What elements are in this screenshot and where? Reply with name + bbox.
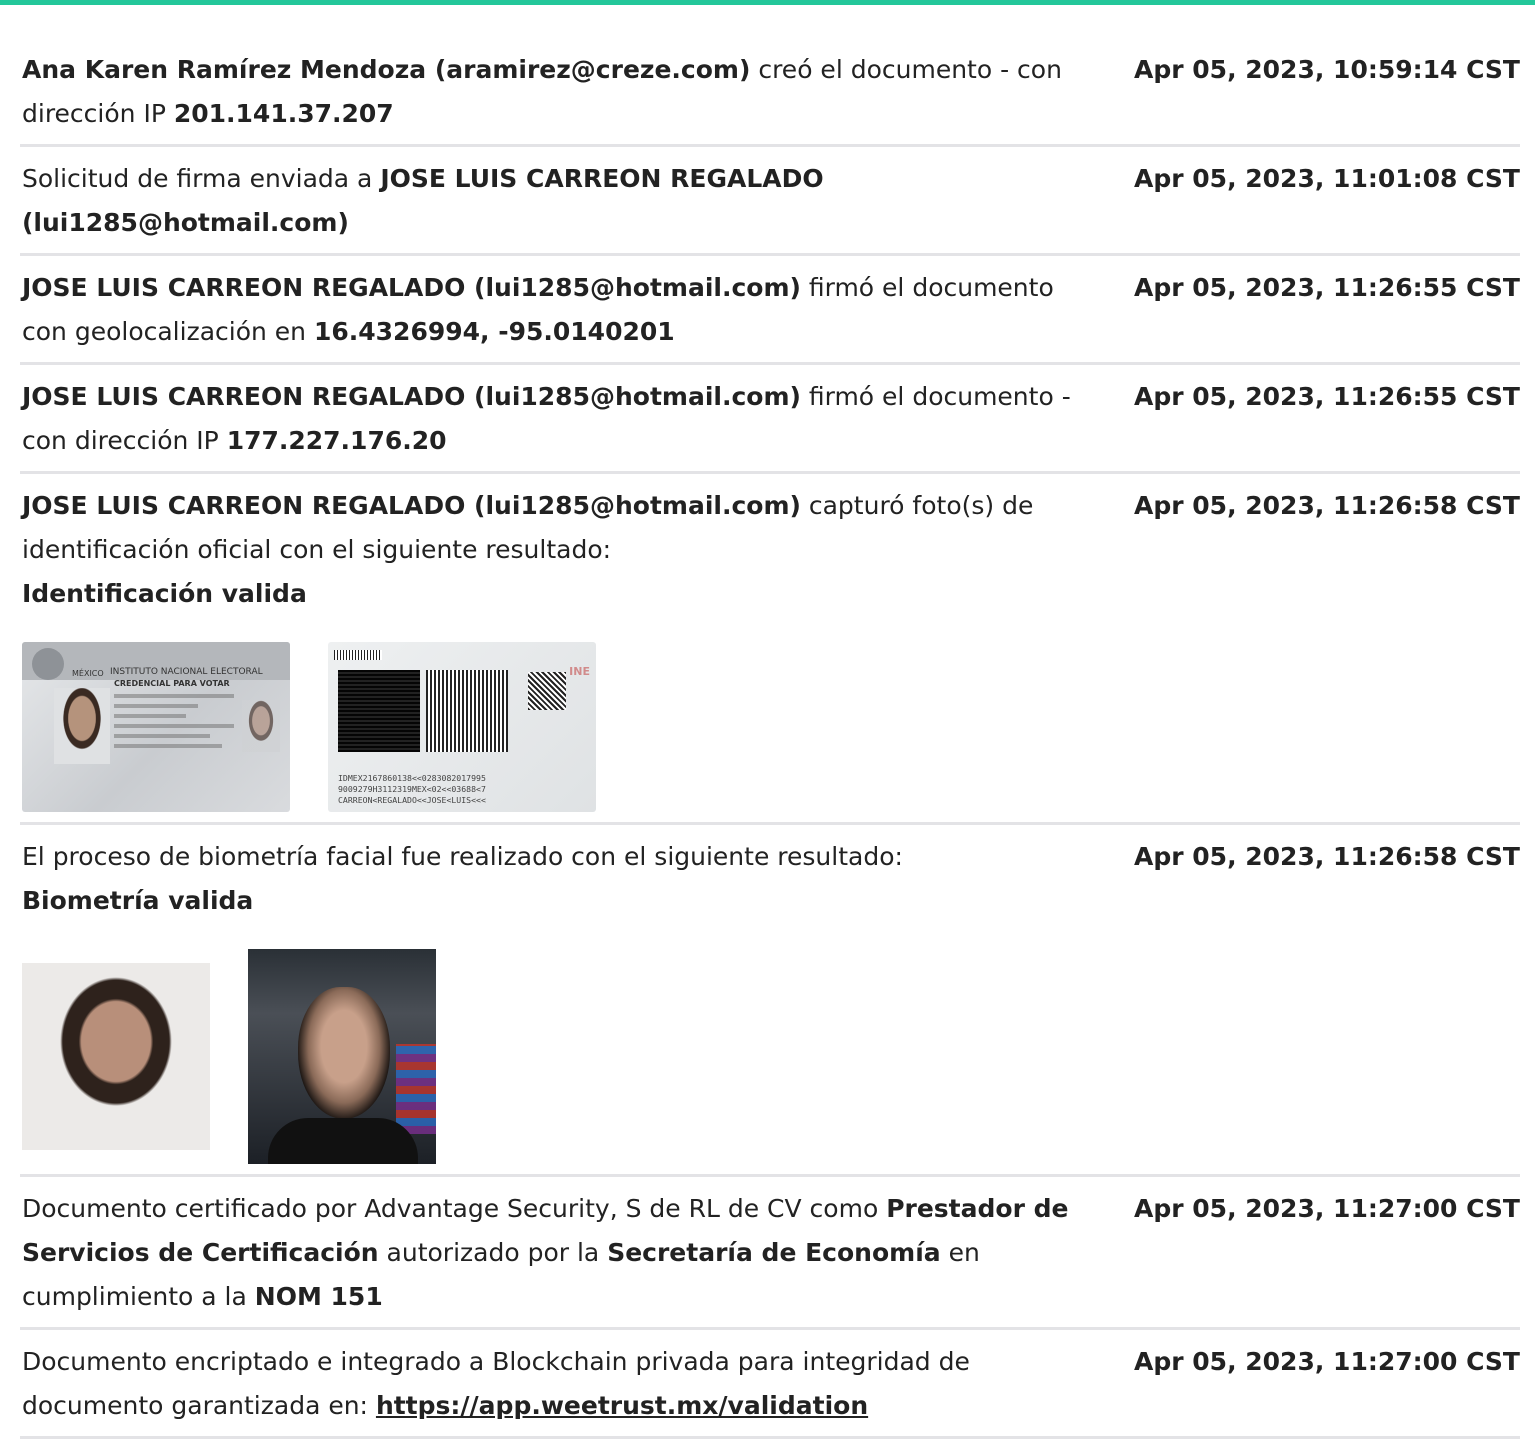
event-timestamp: Apr 05, 2023, 11:01:08 CST [1134,164,1520,193]
id-photos: MÉXICO INSTITUTO NACIONAL ELECTORAL CRED… [22,642,1077,812]
event-row: Documento certificado por Advantage Secu… [20,1177,1520,1330]
event-description: JOSE LUIS CARREON REGALADO (lui1285@hotm… [22,484,1077,814]
event-description: Solicitud de firma enviada a JOSE LUIS C… [22,157,1077,245]
event-highlight: 177.227.176.20 [226,426,447,455]
id-face-photo [22,963,210,1150]
event-highlight: Biometría valida [22,886,254,915]
selfie-photo [248,949,436,1164]
id-card-back-image: INE IDMEX2167860138<<0283082017995 90092… [328,642,596,812]
event-timestamp: Apr 05, 2023, 11:26:58 CST [1134,842,1520,871]
event-row: JOSE LUIS CARREON REGALADO (lui1285@hotm… [20,474,1520,825]
ine-logo: INE [569,665,590,678]
event-text: autorizado por la [378,1238,608,1267]
event-highlight: JOSE LUIS CARREON REGALADO (lui1285@hotm… [22,273,801,302]
event-row: Documento encriptado e integrado a Block… [20,1330,1520,1439]
event-highlight: Identificación valida [22,579,307,608]
event-description: El proceso de biometría facial fue reali… [22,835,1077,1166]
event-description: Documento encriptado e integrado a Block… [22,1340,1077,1428]
event-description: Ana Karen Ramírez Mendoza (aramirez@crez… [22,48,1077,136]
top-accent-bar [0,0,1535,5]
event-highlight: 16.4326994, -95.0140201 [313,317,675,346]
event-highlight: NOM 151 [254,1282,383,1311]
event-highlight: Ana Karen Ramírez Mendoza (aramirez@crez… [22,55,751,84]
event-timestamp: Apr 05, 2023, 11:26:58 CST [1134,491,1520,520]
event-log: Ana Karen Ramírez Mendoza (aramirez@crez… [20,40,1520,1439]
event-text: Solicitud de firma enviada a [22,164,381,193]
id-mrz: IDMEX2167860138<<0283082017995 9009279H3… [338,773,486,805]
event-highlight: JOSE LUIS CARREON REGALADO (lui1285@hotm… [22,491,801,520]
event-highlight: JOSE LUIS CARREON REGALADO (lui1285@hotm… [22,382,801,411]
event-timestamp: Apr 05, 2023, 10:59:14 CST [1134,55,1520,84]
event-highlight: Secretaría de Economía [607,1238,941,1267]
id-card-front-image: MÉXICO INSTITUTO NACIONAL ELECTORAL CRED… [22,642,290,812]
event-description: JOSE LUIS CARREON REGALADO (lui1285@hotm… [22,375,1077,463]
event-description: JOSE LUIS CARREON REGALADO (lui1285@hotm… [22,266,1077,354]
event-row: El proceso de biometría facial fue reali… [20,825,1520,1177]
event-row: JOSE LUIS CARREON REGALADO (lui1285@hotm… [20,365,1520,474]
event-timestamp: Apr 05, 2023, 11:26:55 CST [1134,273,1520,302]
biometric-photos [22,949,1077,1164]
event-timestamp: Apr 05, 2023, 11:27:00 CST [1134,1194,1520,1223]
event-timestamp: Apr 05, 2023, 11:27:00 CST [1134,1347,1520,1376]
event-highlight: 201.141.37.207 [173,99,394,128]
event-text: Documento certificado por Advantage Secu… [22,1194,887,1223]
event-row: Solicitud de firma enviada a JOSE LUIS C… [20,147,1520,256]
event-timestamp: Apr 05, 2023, 11:26:55 CST [1134,382,1520,411]
validation-link[interactable]: https://app.weetrust.mx/validation [376,1391,868,1420]
event-text: El proceso de biometría facial fue reali… [22,842,903,871]
event-description: Documento certificado por Advantage Secu… [22,1187,1077,1319]
event-row: JOSE LUIS CARREON REGALADO (lui1285@hotm… [20,256,1520,365]
event-row: Ana Karen Ramírez Mendoza (aramirez@crez… [20,40,1520,147]
